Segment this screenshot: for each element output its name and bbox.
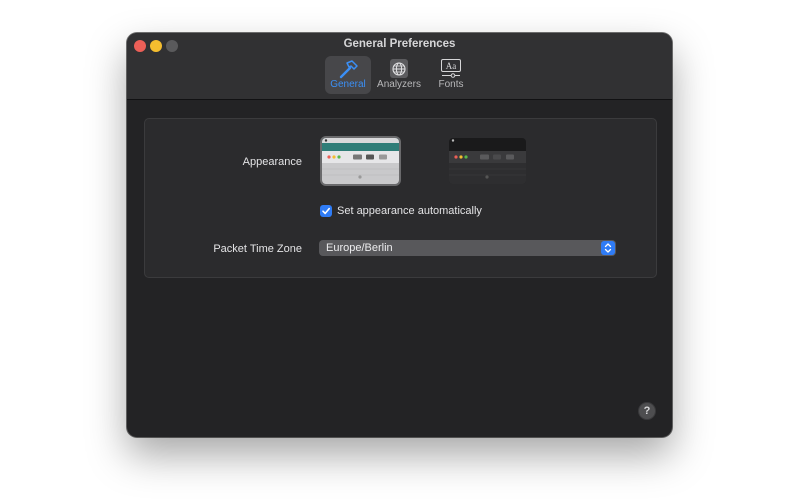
appearance-label: Appearance bbox=[242, 156, 302, 168]
auto-appearance-row[interactable]: Set appearance automatically bbox=[320, 205, 482, 217]
dark-appearance-option[interactable] bbox=[449, 138, 526, 184]
timezone-value: Europe/Berlin bbox=[326, 242, 393, 254]
toolbar-tab-fonts[interactable]: Aa Fonts bbox=[428, 56, 474, 94]
light-appearance-option[interactable] bbox=[322, 138, 399, 184]
window-title: General Preferences bbox=[343, 38, 456, 50]
hammer-icon bbox=[339, 60, 358, 79]
auto-appearance-label: Set appearance automatically bbox=[337, 205, 482, 217]
auto-appearance-checkbox[interactable] bbox=[320, 205, 332, 217]
settings-panel: Appearance Set appearance automatically … bbox=[144, 118, 657, 278]
globe-icon bbox=[390, 59, 408, 78]
checkmark-icon bbox=[322, 207, 330, 215]
updown-chevron-icon bbox=[601, 241, 615, 255]
timezone-popup[interactable]: Europe/Berlin bbox=[319, 240, 616, 256]
help-button[interactable]: ? bbox=[639, 403, 655, 419]
svg-text:Aa: Aa bbox=[446, 61, 457, 71]
toolbar-tab-analyzers[interactable]: Analyzers bbox=[376, 56, 422, 94]
font-icon: Aa bbox=[441, 59, 461, 78]
preferences-window: General Preferences General Analyzers Aa… bbox=[127, 33, 672, 437]
timezone-label: Packet Time Zone bbox=[213, 243, 302, 255]
title-bar: General Preferences General Analyzers Aa… bbox=[127, 33, 672, 100]
toolbar-tab-label: Fonts bbox=[438, 79, 464, 90]
toolbar-tab-general[interactable]: General bbox=[325, 56, 371, 94]
